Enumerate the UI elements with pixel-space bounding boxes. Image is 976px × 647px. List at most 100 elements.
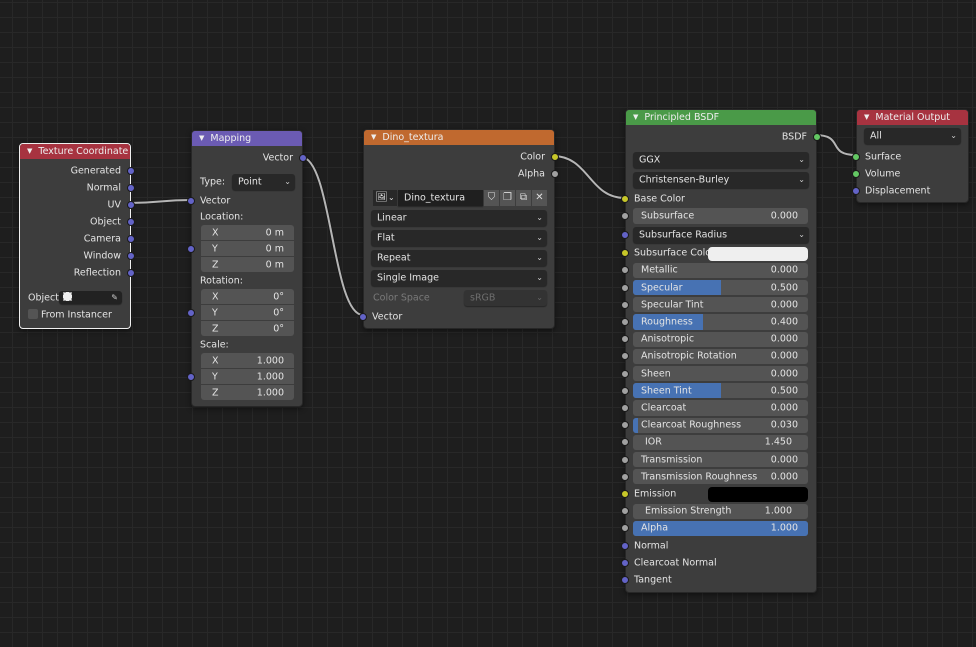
node-link-3[interactable] [552,154,626,200]
input-socket-vector[interactable] [187,309,195,317]
output-socket-vector[interactable] [299,153,307,162]
input-socket-clearcoat[interactable] [621,403,629,412]
specular-tint-slider[interactable]: Specular Tint 0.000 [633,297,808,313]
input-socket-emission-strength[interactable] [621,507,629,516]
linear-dropdown[interactable]: Linear ⌄ [371,210,547,226]
fake-user-shield-button[interactable]: ⛉ [484,190,499,206]
vector-component-field-x[interactable]: X 0 m [201,225,294,240]
image-browse-button[interactable]: 🖼︎⌄ [373,190,397,206]
repeat-dropdown[interactable]: Repeat ⌄ [371,250,547,266]
subsurface-colo-color-swatch[interactable] [708,246,808,261]
eyedropper-icon[interactable]: ✎ [111,293,118,302]
input-socket-surface[interactable] [852,152,860,161]
image-name-field[interactable]: Dino_textura [398,190,483,206]
input-socket-subsurface-colo[interactable] [621,249,629,258]
node-header[interactable]: ▼ Principled BSDF [626,110,816,125]
sheen-tint-slider[interactable]: Sheen Tint 0.500 [633,383,808,399]
subsurface-radius-dropdown[interactable]: Subsurface Radius ⌄ [633,226,809,243]
vector-component-field-y[interactable]: Y 0 m [201,241,294,256]
node-link-3[interactable] [552,155,626,199]
node-header[interactable]: ▼ Mapping [192,131,302,146]
input-socket-metallic[interactable] [621,266,629,275]
input-socket-subsurface-radius[interactable] [621,230,629,239]
open-image-button[interactable]: ⧉ [516,190,531,206]
point-dropdown[interactable]: Point ⌄ [232,174,295,190]
output-socket-normal[interactable] [127,183,135,192]
output-socket-window[interactable] [127,251,135,260]
input-socket-vector[interactable] [187,196,195,205]
object-picker-field[interactable]: ✎ [59,291,122,304]
new-image-button[interactable]: ❐ [500,190,515,206]
ggx-dropdown[interactable]: GGX ⌄ [633,152,809,169]
unlink-x-button[interactable]: ✕ [532,190,547,206]
color-space-dropdown[interactable]: sRGB ⌄ [464,290,547,306]
collapse-triangle-icon[interactable]: ▼ [864,113,869,121]
emission-strength-slider[interactable]: Emission Strength 1.000 [633,503,808,519]
clearcoat-slider[interactable]: Clearcoat 0.000 [633,400,808,416]
vector-component-field-z[interactable]: Z 1.000 [201,385,294,400]
input-socket-displacement[interactable] [852,186,860,195]
input-socket-normal[interactable] [621,541,629,550]
christensen-burley-dropdown[interactable]: Christensen-Burley ⌄ [633,172,809,189]
output-socket-color[interactable] [551,152,559,161]
collapse-triangle-icon[interactable]: ▼ [199,134,204,142]
node-header[interactable]: ▼ Dino_textura [364,130,554,145]
input-socket-ior[interactable] [621,438,629,447]
output-socket-alpha[interactable] [551,169,559,178]
input-socket-clearcoat-roughness[interactable] [621,421,629,430]
input-socket-tangent[interactable] [621,575,629,584]
output-socket-object[interactable] [127,217,135,226]
node-link-1[interactable] [128,199,192,204]
flat-dropdown[interactable]: Flat ⌄ [371,230,547,246]
node-link-4[interactable] [814,133,857,157]
emission-color-swatch[interactable] [708,487,808,502]
sheen-slider[interactable]: Sheen 0.000 [633,366,808,382]
input-socket-alpha[interactable] [621,524,629,533]
input-socket-vector[interactable] [187,373,195,381]
output-socket-generated[interactable] [127,166,135,175]
output-socket-camera[interactable] [127,234,135,243]
all-dropdown[interactable]: All ⌄ [864,128,961,144]
vector-component-field-z[interactable]: Z 0° [201,321,294,336]
node-link-4[interactable] [814,134,857,156]
node-link-2[interactable] [300,155,364,317]
input-socket-base-color[interactable] [621,194,629,203]
node-header[interactable]: ▼ Material Output [857,110,968,125]
collapse-triangle-icon[interactable]: ▼ [371,133,376,141]
input-socket-clearcoat-normal[interactable] [621,558,629,567]
vector-component-field-x[interactable]: X 0° [201,289,294,304]
collapse-triangle-icon[interactable]: ▼ [27,147,32,155]
input-socket-vector[interactable] [187,245,195,253]
specular-slider[interactable]: Specular 0.500 [633,280,808,296]
anisotropic-rotation-slider[interactable]: Anisotropic Rotation 0.000 [633,348,808,364]
vector-component-field-y[interactable]: Y 0° [201,305,294,320]
node-principled-bsdf[interactable]: ▼ Principled BSDF BSDF GGX ⌄ Christensen-Burl… [621,109,821,593]
alpha-slider[interactable]: Alpha 1.000 [633,520,808,536]
input-socket-transmission[interactable] [621,455,629,464]
input-socket-specular[interactable] [621,283,629,292]
input-socket-subsurface[interactable] [621,211,629,220]
anisotropic-slider[interactable]: Anisotropic 0.000 [633,331,808,347]
node-dino-textura[interactable]: ▼ Dino_textura Color Alpha 🖼︎⌄ Dino_textura ⛉ ❐… [359,129,559,329]
input-socket-emission[interactable] [621,489,629,498]
output-socket-bsdf[interactable] [813,132,821,141]
vector-component-field-y[interactable]: Y 1.000 [201,369,294,384]
node-mapping[interactable]: ▼ Mapping Vector Type: Point ⌄ Vector Location:… [187,130,307,407]
vector-component-field-x[interactable]: X 1.000 [201,353,294,368]
transmission-slider[interactable]: Transmission 0.000 [633,452,808,468]
ior-slider[interactable]: IOR 1.450 [633,434,808,450]
input-socket-anisotropic[interactable] [621,335,629,344]
input-socket-sheen[interactable] [621,369,629,378]
output-socket-uv[interactable] [127,200,135,209]
output-socket-reflection[interactable] [127,268,135,277]
node-texture-coordinate[interactable]: ▼ Texture Coordinate Generated Normal UV Obje… [19,143,135,329]
input-socket-transmission-roughness[interactable] [621,472,629,481]
node-link-2[interactable] [300,156,364,316]
node-material-output[interactable]: ▼ Material Output All ⌄ Surface Volume Displac… [852,109,969,203]
metallic-slider[interactable]: Metallic 0.000 [633,262,808,278]
transmission-roughness-slider[interactable]: Transmission Roughness 0.000 [633,469,808,485]
collapse-triangle-icon[interactable]: ▼ [633,113,638,121]
from-instancer-checkbox[interactable] [28,309,38,319]
clearcoat-roughness-slider[interactable]: Clearcoat Roughness 0.030 [633,417,808,433]
input-socket-specular-tint[interactable] [621,300,629,309]
